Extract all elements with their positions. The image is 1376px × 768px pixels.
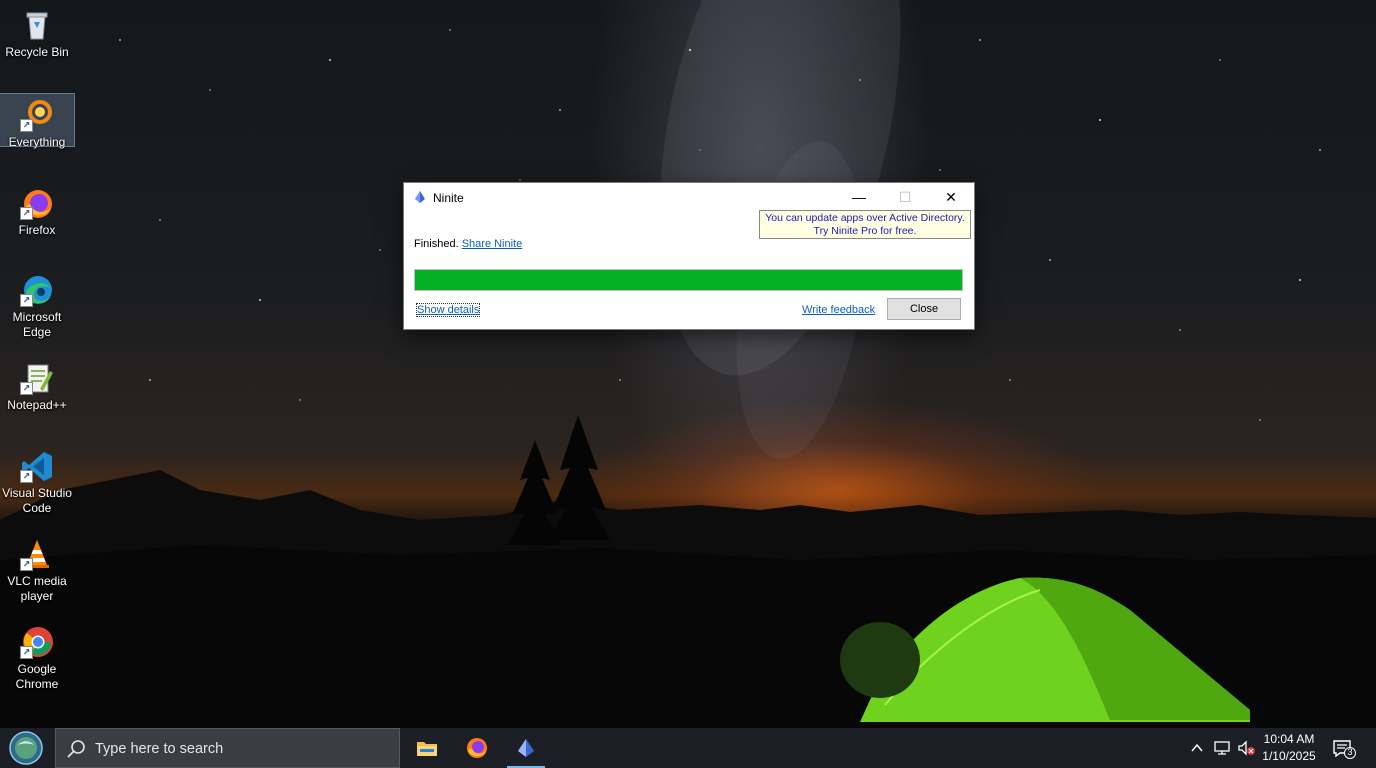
vlc-icon: ↗ xyxy=(20,537,54,571)
desktop-icon-label: Everything xyxy=(8,135,66,149)
search-icon xyxy=(66,739,86,764)
status-text: Finished. xyxy=(414,238,459,250)
desktop-icon-label: Notepad++ xyxy=(7,398,67,412)
write-feedback-link[interactable]: Write feedback xyxy=(802,304,875,316)
share-ninite-link[interactable]: Share Ninite xyxy=(462,238,523,250)
title-bar[interactable]: Ninite — ☐ ✕ xyxy=(404,183,974,211)
firefox-icon xyxy=(466,737,488,764)
ninite-icon xyxy=(413,190,427,207)
desktop-icon-microsoft-edge[interactable]: ↗ Microsoft Edge xyxy=(0,269,74,340)
desktop-icon-label: VLC media player xyxy=(7,574,67,603)
network-icon[interactable] xyxy=(1213,739,1231,762)
desktop-icon-recycle-bin[interactable]: Recycle Bin xyxy=(0,4,74,60)
shortcut-arrow-icon: ↗ xyxy=(20,470,33,483)
notepad-plus-plus-icon: ↗ xyxy=(20,361,54,395)
desktop-icon-visual-studio-code[interactable]: ↗ Visual Studio Code xyxy=(0,445,74,516)
close-window-button[interactable]: ✕ xyxy=(928,183,974,211)
action-center-button[interactable]: 3 xyxy=(1332,738,1356,765)
taskbar-file-explorer[interactable] xyxy=(406,728,448,768)
promo-tooltip[interactable]: You can update apps over Active Director… xyxy=(759,210,971,239)
ninite-window: Ninite — ☐ ✕ You can update apps over Ac… xyxy=(403,182,975,330)
status-row: Finished. Share Ninite xyxy=(414,238,522,250)
shortcut-arrow-icon: ↗ xyxy=(20,558,33,571)
desktop-icon-vlc-media-player[interactable]: ↗ VLC media player xyxy=(0,533,74,604)
desktop-icon-firefox[interactable]: ↗ Firefox xyxy=(0,182,74,238)
firefox-icon: ↗ xyxy=(20,186,54,220)
close-button[interactable]: Close xyxy=(887,298,961,320)
chrome-icon: ↗ xyxy=(20,625,54,659)
progress-fill xyxy=(415,270,962,290)
notification-count: 3 xyxy=(1347,747,1353,757)
desktop-icon-label: Firefox xyxy=(18,223,56,237)
desktop-wallpaper xyxy=(0,0,1376,728)
clock-time: 10:04 AM xyxy=(1263,732,1315,746)
window-title: Ninite xyxy=(433,191,464,205)
show-details-link[interactable]: Show details xyxy=(415,303,481,317)
desktop-icon-everything[interactable]: ↗ Everything xyxy=(0,93,75,149)
volume-muted-icon[interactable] xyxy=(1237,739,1257,762)
start-button[interactable] xyxy=(6,730,46,766)
minimize-button[interactable]: — xyxy=(836,183,882,211)
maximize-button[interactable]: ☐ xyxy=(882,183,928,211)
shortcut-arrow-icon: ↗ xyxy=(20,207,33,220)
shortcut-arrow-icon: ↗ xyxy=(20,119,33,132)
shortcut-arrow-icon: ↗ xyxy=(20,646,33,659)
ninite-icon xyxy=(515,737,537,764)
desktop-icon-label: Visual Studio Code xyxy=(2,486,72,515)
folder-icon xyxy=(416,737,438,764)
wallpaper-art xyxy=(0,0,1376,728)
desktop-icon-label: Microsoft Edge xyxy=(12,310,62,339)
desktop-icon-label: Google Chrome xyxy=(15,662,59,691)
system-clock[interactable]: 10:04 AM 1/10/2025 xyxy=(1258,731,1320,765)
search-input[interactable]: Type here to search xyxy=(55,728,400,768)
shortcut-arrow-icon: ↗ xyxy=(20,382,33,395)
taskbar-firefox[interactable] xyxy=(456,728,498,768)
desktop-icon-label: Recycle Bin xyxy=(5,45,69,59)
taskbar-ninite[interactable] xyxy=(505,728,547,768)
desktop-icon-google-chrome[interactable]: ↗ Google Chrome xyxy=(0,621,74,692)
search-placeholder: Type here to search xyxy=(95,741,224,757)
chevron-up-icon[interactable] xyxy=(1190,739,1204,762)
vscode-icon: ↗ xyxy=(20,449,54,483)
promo-line-1: You can update apps over Active Director… xyxy=(765,212,965,224)
taskbar: Type here to search 10:04 AM 1/10/2025 3 xyxy=(0,728,1376,768)
everything-icon: ↗ xyxy=(20,98,54,132)
clock-date: 1/10/2025 xyxy=(1262,749,1316,763)
promo-line-2: Try Ninite Pro for free. xyxy=(813,225,917,237)
start-orb-icon xyxy=(9,731,43,765)
shortcut-arrow-icon: ↗ xyxy=(20,294,33,307)
edge-icon: ↗ xyxy=(20,273,54,307)
progress-bar xyxy=(414,269,963,291)
desktop-icon-notepad-plus-plus[interactable]: ↗ Notepad++ xyxy=(0,357,74,413)
recycle-bin-icon xyxy=(20,8,54,42)
